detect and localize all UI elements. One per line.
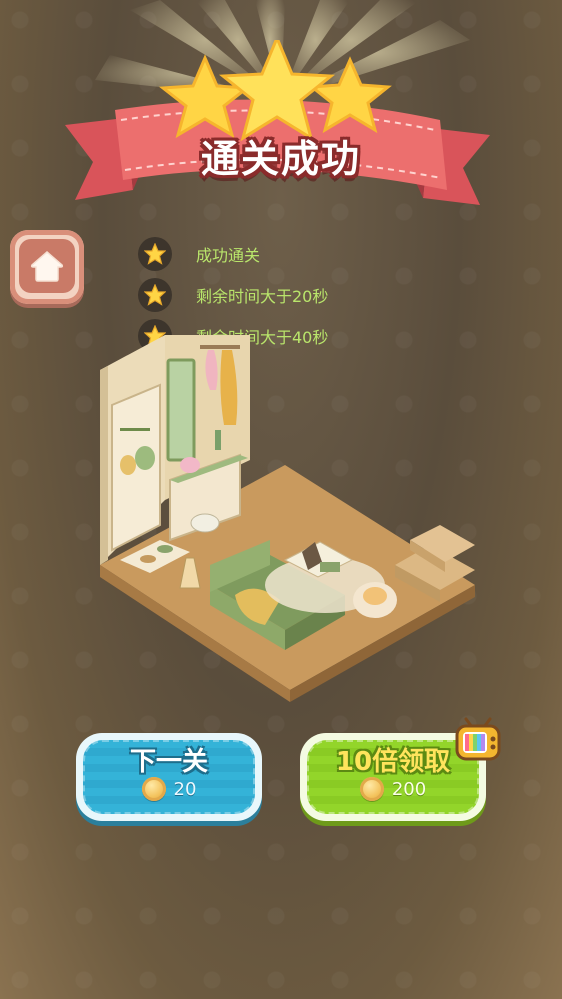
- next-level-reward: 20: [76, 777, 262, 801]
- tv-ad-icon: [455, 717, 501, 761]
- ten-times-claim-button[interactable]: 10倍领取 200: [300, 717, 501, 821]
- home-button[interactable]: [10, 230, 84, 304]
- reward-amount: 20: [173, 778, 197, 800]
- coin-icon: [141, 777, 166, 801]
- room-illustration: [100, 335, 475, 702]
- star-icon: [138, 277, 172, 312]
- criteria-item: 剩余时间大于20秒: [138, 274, 328, 315]
- reward-amount: 200: [391, 778, 427, 800]
- next-level-label: 下一关: [129, 747, 208, 777]
- page-title: 通关成功: [200, 137, 361, 181]
- criteria-label: 成功通关: [196, 245, 261, 265]
- criteria-item: 成功通关: [138, 233, 328, 274]
- ten-times-reward: 200: [300, 777, 486, 801]
- star-icon: [138, 236, 172, 271]
- home-icon: [30, 251, 64, 282]
- next-level-button[interactable]: 下一关 20: [76, 733, 262, 821]
- criteria-label: 剩余时间大于20秒: [196, 286, 329, 306]
- coin-icon: [359, 777, 384, 801]
